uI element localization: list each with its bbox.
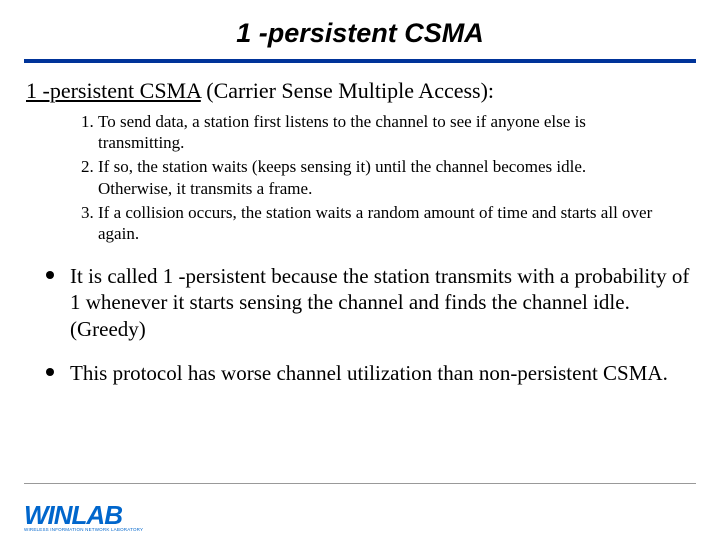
footer-rule — [24, 483, 696, 484]
lead-paragraph: 1 -persistent CSMA (Carrier Sense Multip… — [26, 77, 694, 105]
logo-subtitle: WIRELESS INFORMATION NETWORK LABORATORY — [24, 527, 143, 532]
lead-underlined: 1 -persistent CSMA — [26, 78, 201, 103]
slide-title: 1 -persistent CSMA — [236, 18, 484, 49]
steps-list: To send data, a station first listens to… — [26, 111, 694, 246]
logo-text-span: WINLAB — [24, 500, 122, 530]
title-wrap: 1 -persistent CSMA — [0, 0, 720, 55]
content-area: 1 -persistent CSMA (Carrier Sense Multip… — [0, 63, 720, 387]
bullet-item: This protocol has worse channel utilizat… — [46, 360, 694, 386]
step-item: If so, the station waits (keeps sensing … — [98, 156, 694, 200]
step-item: To send data, a station first listens to… — [98, 111, 694, 155]
step-item: If a collision occurs, the station waits… — [98, 202, 694, 246]
lead-rest: (Carrier Sense Multiple Access): — [201, 78, 494, 103]
winlab-logo: WINLAB WIRELESS INFORMATION NETWORK LABO… — [24, 500, 143, 532]
bullet-list: It is called 1 -persistent because the s… — [26, 263, 694, 387]
bullet-item: It is called 1 -persistent because the s… — [46, 263, 694, 342]
slide: 1 -persistent CSMA 1 -persistent CSMA (C… — [0, 0, 720, 540]
